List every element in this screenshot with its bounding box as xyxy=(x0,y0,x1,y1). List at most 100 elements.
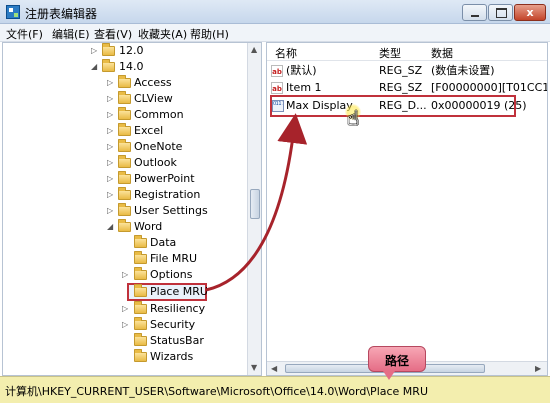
expand-arrow-icon[interactable] xyxy=(122,284,130,300)
collapse-arrow-icon[interactable]: ◢ xyxy=(107,219,115,235)
value-data: (数值未设置) xyxy=(431,64,495,77)
minimize-button[interactable] xyxy=(462,4,487,21)
folder-icon xyxy=(118,187,131,200)
folder-icon xyxy=(118,75,131,88)
menu-edit[interactable]: 编辑(E) xyxy=(52,26,90,42)
tree-item-common[interactable]: ▷ Common xyxy=(3,107,243,123)
expand-arrow-icon[interactable]: ▷ xyxy=(107,139,115,155)
expand-arrow-icon[interactable]: ▷ xyxy=(122,301,130,317)
tree-item-label: Security xyxy=(150,318,196,331)
folder-open-icon xyxy=(118,219,131,232)
expand-arrow-icon[interactable]: ▷ xyxy=(107,91,115,107)
tree-item-security[interactable]: ▷ Security xyxy=(3,317,243,333)
tree-item-options[interactable]: ▷ Options xyxy=(3,267,243,283)
expand-arrow-icon[interactable]: ▷ xyxy=(107,123,115,139)
scroll-right-icon[interactable]: ▶ xyxy=(535,364,541,373)
tree-item-label: Outlook xyxy=(134,156,177,169)
folder-icon xyxy=(134,301,147,314)
expand-arrow-icon[interactable]: ▷ xyxy=(107,107,115,123)
tree-item-label: Options xyxy=(150,268,193,281)
folder-icon xyxy=(118,139,131,152)
folder-open-icon xyxy=(102,59,115,72)
scroll-down-icon[interactable]: ▼ xyxy=(251,363,257,372)
scroll-up-icon[interactable]: ▲ xyxy=(251,45,257,54)
scroll-left-icon[interactable]: ◀ xyxy=(271,364,277,373)
folder-icon xyxy=(118,203,131,216)
tree-item-label: Resiliency xyxy=(150,302,206,315)
tree-item-access[interactable]: ▷ Access xyxy=(3,75,243,91)
tree-item-resiliency[interactable]: ▷ Resiliency xyxy=(3,301,243,317)
tree-scroll-thumb[interactable] xyxy=(250,189,260,219)
status-bar: 计算机\HKEY_CURRENT_USER\Software\Microsoft… xyxy=(0,376,550,403)
menu-help[interactable]: 帮助(H) xyxy=(190,26,229,42)
folder-icon xyxy=(134,267,147,280)
expand-arrow-icon[interactable]: ▷ xyxy=(107,187,115,203)
tree-item-place-mru[interactable]: Place MRU xyxy=(3,284,243,300)
expand-arrow-icon[interactable] xyxy=(122,349,130,365)
folder-icon xyxy=(118,155,131,168)
folder-icon xyxy=(134,317,147,330)
tree-item-word[interactable]: ◢ Word xyxy=(3,219,243,235)
expand-arrow-icon[interactable]: ▷ xyxy=(91,43,99,59)
tree-item-12-0[interactable]: ▷ 12.0 xyxy=(3,43,243,59)
value-row-default[interactable]: ab (默认) REG_SZ (数值未设置) xyxy=(267,62,547,80)
tree-item-label: OneNote xyxy=(134,140,183,153)
window-title: 注册表编辑器 xyxy=(25,7,98,21)
menu-view[interactable]: 查看(V) xyxy=(94,26,132,42)
maximize-button[interactable] xyxy=(488,4,513,21)
close-button[interactable]: x xyxy=(514,4,546,21)
tree-item-excel[interactable]: ▷ Excel xyxy=(3,123,243,139)
menu-favorites[interactable]: 收藏夹(A) xyxy=(138,26,187,42)
tree-item-onenote[interactable]: ▷ OneNote xyxy=(3,139,243,155)
tree-vertical-scrollbar[interactable]: ▲ ▼ xyxy=(247,43,261,375)
column-header-type[interactable]: 类型 xyxy=(379,45,401,61)
tree-item-clview[interactable]: ▷ CLView xyxy=(3,91,243,107)
folder-icon xyxy=(118,91,131,104)
tree-item-registration[interactable]: ▷ Registration xyxy=(3,187,243,203)
expand-arrow-icon[interactable]: ▷ xyxy=(107,75,115,91)
tree-item-label: File MRU xyxy=(150,252,198,265)
tree-item-label: User Settings xyxy=(134,204,208,217)
string-value-icon: ab xyxy=(271,82,283,94)
column-header-data[interactable]: 数据 xyxy=(431,45,453,61)
folder-icon xyxy=(134,235,147,248)
tree-item-label: CLView xyxy=(134,92,173,105)
expand-arrow-icon[interactable] xyxy=(122,251,130,267)
expand-arrow-icon[interactable] xyxy=(122,235,130,251)
value-name: (默认) xyxy=(286,64,317,77)
column-header-name[interactable]: 名称 xyxy=(275,45,297,61)
expand-arrow-icon[interactable]: ▷ xyxy=(107,155,115,171)
expand-arrow-icon[interactable]: ▷ xyxy=(122,267,130,283)
tree-item-powerpoint[interactable]: ▷ PowerPoint xyxy=(3,171,243,187)
tree-item-data[interactable]: Data xyxy=(3,235,243,251)
menu-bar: 文件(F) 编辑(E) 查看(V) 收藏夹(A) 帮助(H) xyxy=(0,24,550,42)
tree-item-label: Access xyxy=(134,76,172,89)
tree-item-outlook[interactable]: ▷ Outlook xyxy=(3,155,243,171)
tree-item-label: Place MRU xyxy=(150,285,208,298)
collapse-arrow-icon[interactable]: ◢ xyxy=(91,59,99,75)
tree-item-label: Registration xyxy=(134,188,201,201)
tree-item-label: 12.0 xyxy=(119,44,144,57)
folder-icon xyxy=(102,43,115,56)
close-icon: x xyxy=(526,6,534,19)
expand-arrow-icon[interactable] xyxy=(122,333,130,349)
path-callout: 路径 xyxy=(368,346,426,380)
tree-item-label: Data xyxy=(150,236,177,249)
expand-arrow-icon[interactable]: ▷ xyxy=(107,171,115,187)
menu-file[interactable]: 文件(F) xyxy=(6,26,43,42)
folder-icon xyxy=(134,251,147,264)
string-value-icon: ab xyxy=(271,65,283,77)
folder-icon xyxy=(118,123,131,136)
registry-path: 计算机\HKEY_CURRENT_USER\Software\Microsoft… xyxy=(5,385,428,398)
tree-item-file-mru[interactable]: File MRU xyxy=(3,251,243,267)
tree-item-label: Wizards xyxy=(150,350,194,363)
registry-values-list[interactable]: 名称 类型 数据 ab (默认) REG_SZ (数值未设置) ab Item … xyxy=(266,42,548,376)
expand-arrow-icon[interactable]: ▷ xyxy=(122,317,130,333)
tree-item-wizards[interactable]: Wizards xyxy=(3,349,243,365)
expand-arrow-icon[interactable]: ▷ xyxy=(107,203,115,219)
list-header: 名称 类型 数据 xyxy=(267,43,547,61)
tree-item-user-settings[interactable]: ▷ User Settings xyxy=(3,203,243,219)
registry-key-tree[interactable]: ▷ 12.0 ◢ 14.0 ▷ Access ▷ CLView ▷ Common… xyxy=(2,42,262,376)
tree-item-14-0[interactable]: ◢ 14.0 xyxy=(3,59,243,75)
tree-item-statusbar[interactable]: StatusBar xyxy=(3,333,243,349)
